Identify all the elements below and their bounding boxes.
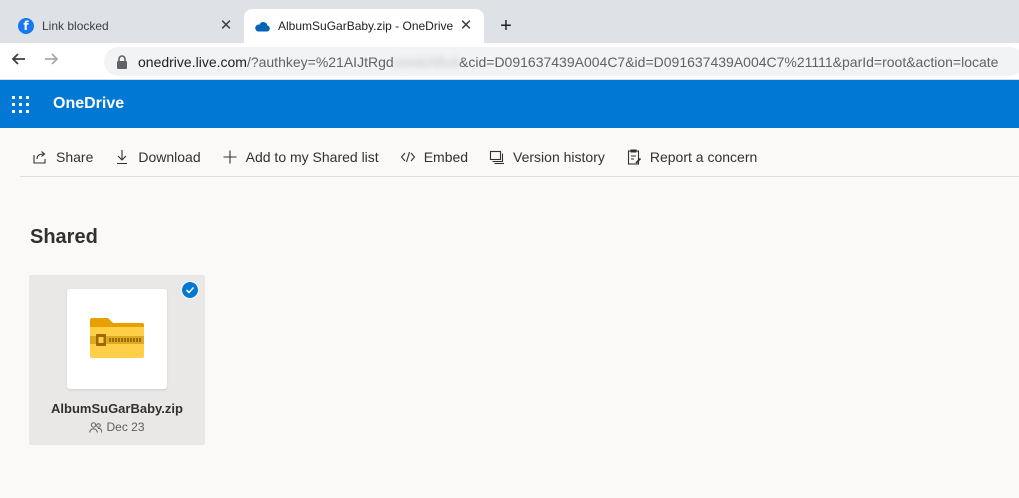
section-title: Shared [30, 226, 98, 248]
report-concern-button[interactable]: Report a concern [614, 137, 766, 177]
onedrive-cloud-icon [254, 18, 270, 34]
back-button[interactable] [8, 50, 30, 72]
file-thumbnail[interactable] [67, 289, 167, 389]
embed-button[interactable]: Embed [388, 137, 477, 177]
url-host: onedrive.live.com [138, 53, 247, 70]
file-date: Dec 23 [106, 420, 145, 434]
version-history-icon [489, 150, 505, 164]
download-icon [117, 149, 128, 164]
plus-icon [223, 150, 237, 163]
shared-people-icon [89, 421, 103, 433]
selected-check-icon[interactable] [181, 281, 199, 299]
close-icon[interactable]: ✕ [218, 18, 234, 34]
arrow-left-icon [11, 53, 25, 65]
tab-title: Link blocked [42, 19, 109, 33]
share-icon [33, 150, 46, 164]
report-concern-label: Report a concern [649, 148, 758, 165]
share-label: Share [56, 148, 94, 165]
version-history-label: Version history [513, 148, 605, 165]
file-name[interactable]: AlbumSuGarBaby.zip [29, 401, 205, 416]
lock-icon [117, 54, 127, 69]
zip-folder-icon [90, 318, 144, 358]
app-launcher-icon[interactable] [12, 96, 29, 113]
forward-button[interactable] [40, 50, 62, 72]
app-header: OneDrive [0, 80, 1019, 128]
tab-link-blocked[interactable]: f Link blocked ✕ [8, 9, 244, 43]
url-path: /?authkey=%21AIJtRgd [246, 53, 394, 70]
file-meta: Dec 23 [29, 420, 205, 434]
new-tab-button[interactable]: + [494, 15, 518, 37]
version-history-button[interactable]: Version history [477, 137, 614, 177]
add-to-shared-list-button[interactable]: Add to my Shared list [210, 137, 388, 177]
browser-tab-strip: f Link blocked ✕ AlbumSuGarBaby.zip - On… [0, 0, 1019, 43]
file-tile[interactable]: AlbumSuGarBaby.zip Dec 23 [29, 275, 205, 445]
command-bar: Share Download Add to my Shared list Emb… [20, 137, 1019, 177]
download-button[interactable]: Download [102, 137, 209, 177]
arrow-right-icon [45, 53, 59, 65]
url-query: &cid=D091637439A004C7&id=D091637439A004C… [459, 53, 999, 70]
share-button[interactable]: Share [20, 137, 102, 177]
download-label: Download [138, 148, 201, 165]
address-bar[interactable]: onedrive.live.com/?authkey=%21AIJtRgd oew… [104, 47, 1019, 76]
embed-icon [400, 151, 415, 162]
tab-title: AlbumSuGarBaby.zip - OneDrive [278, 19, 454, 33]
embed-label: Embed [423, 148, 469, 165]
add-to-shared-list-label: Add to my Shared list [245, 148, 379, 165]
close-icon[interactable]: ✕ [458, 18, 474, 34]
report-icon [627, 148, 641, 165]
facebook-icon: f [18, 18, 34, 34]
tab-onedrive[interactable]: AlbumSuGarBaby.zip - OneDrive ✕ [244, 9, 484, 43]
browser-toolbar: onedrive.live.com/?authkey=%21AIJtRgd oew… [0, 43, 1019, 80]
url-obscured: oewkABuil [393, 53, 460, 70]
brand-title[interactable]: OneDrive [53, 95, 124, 113]
